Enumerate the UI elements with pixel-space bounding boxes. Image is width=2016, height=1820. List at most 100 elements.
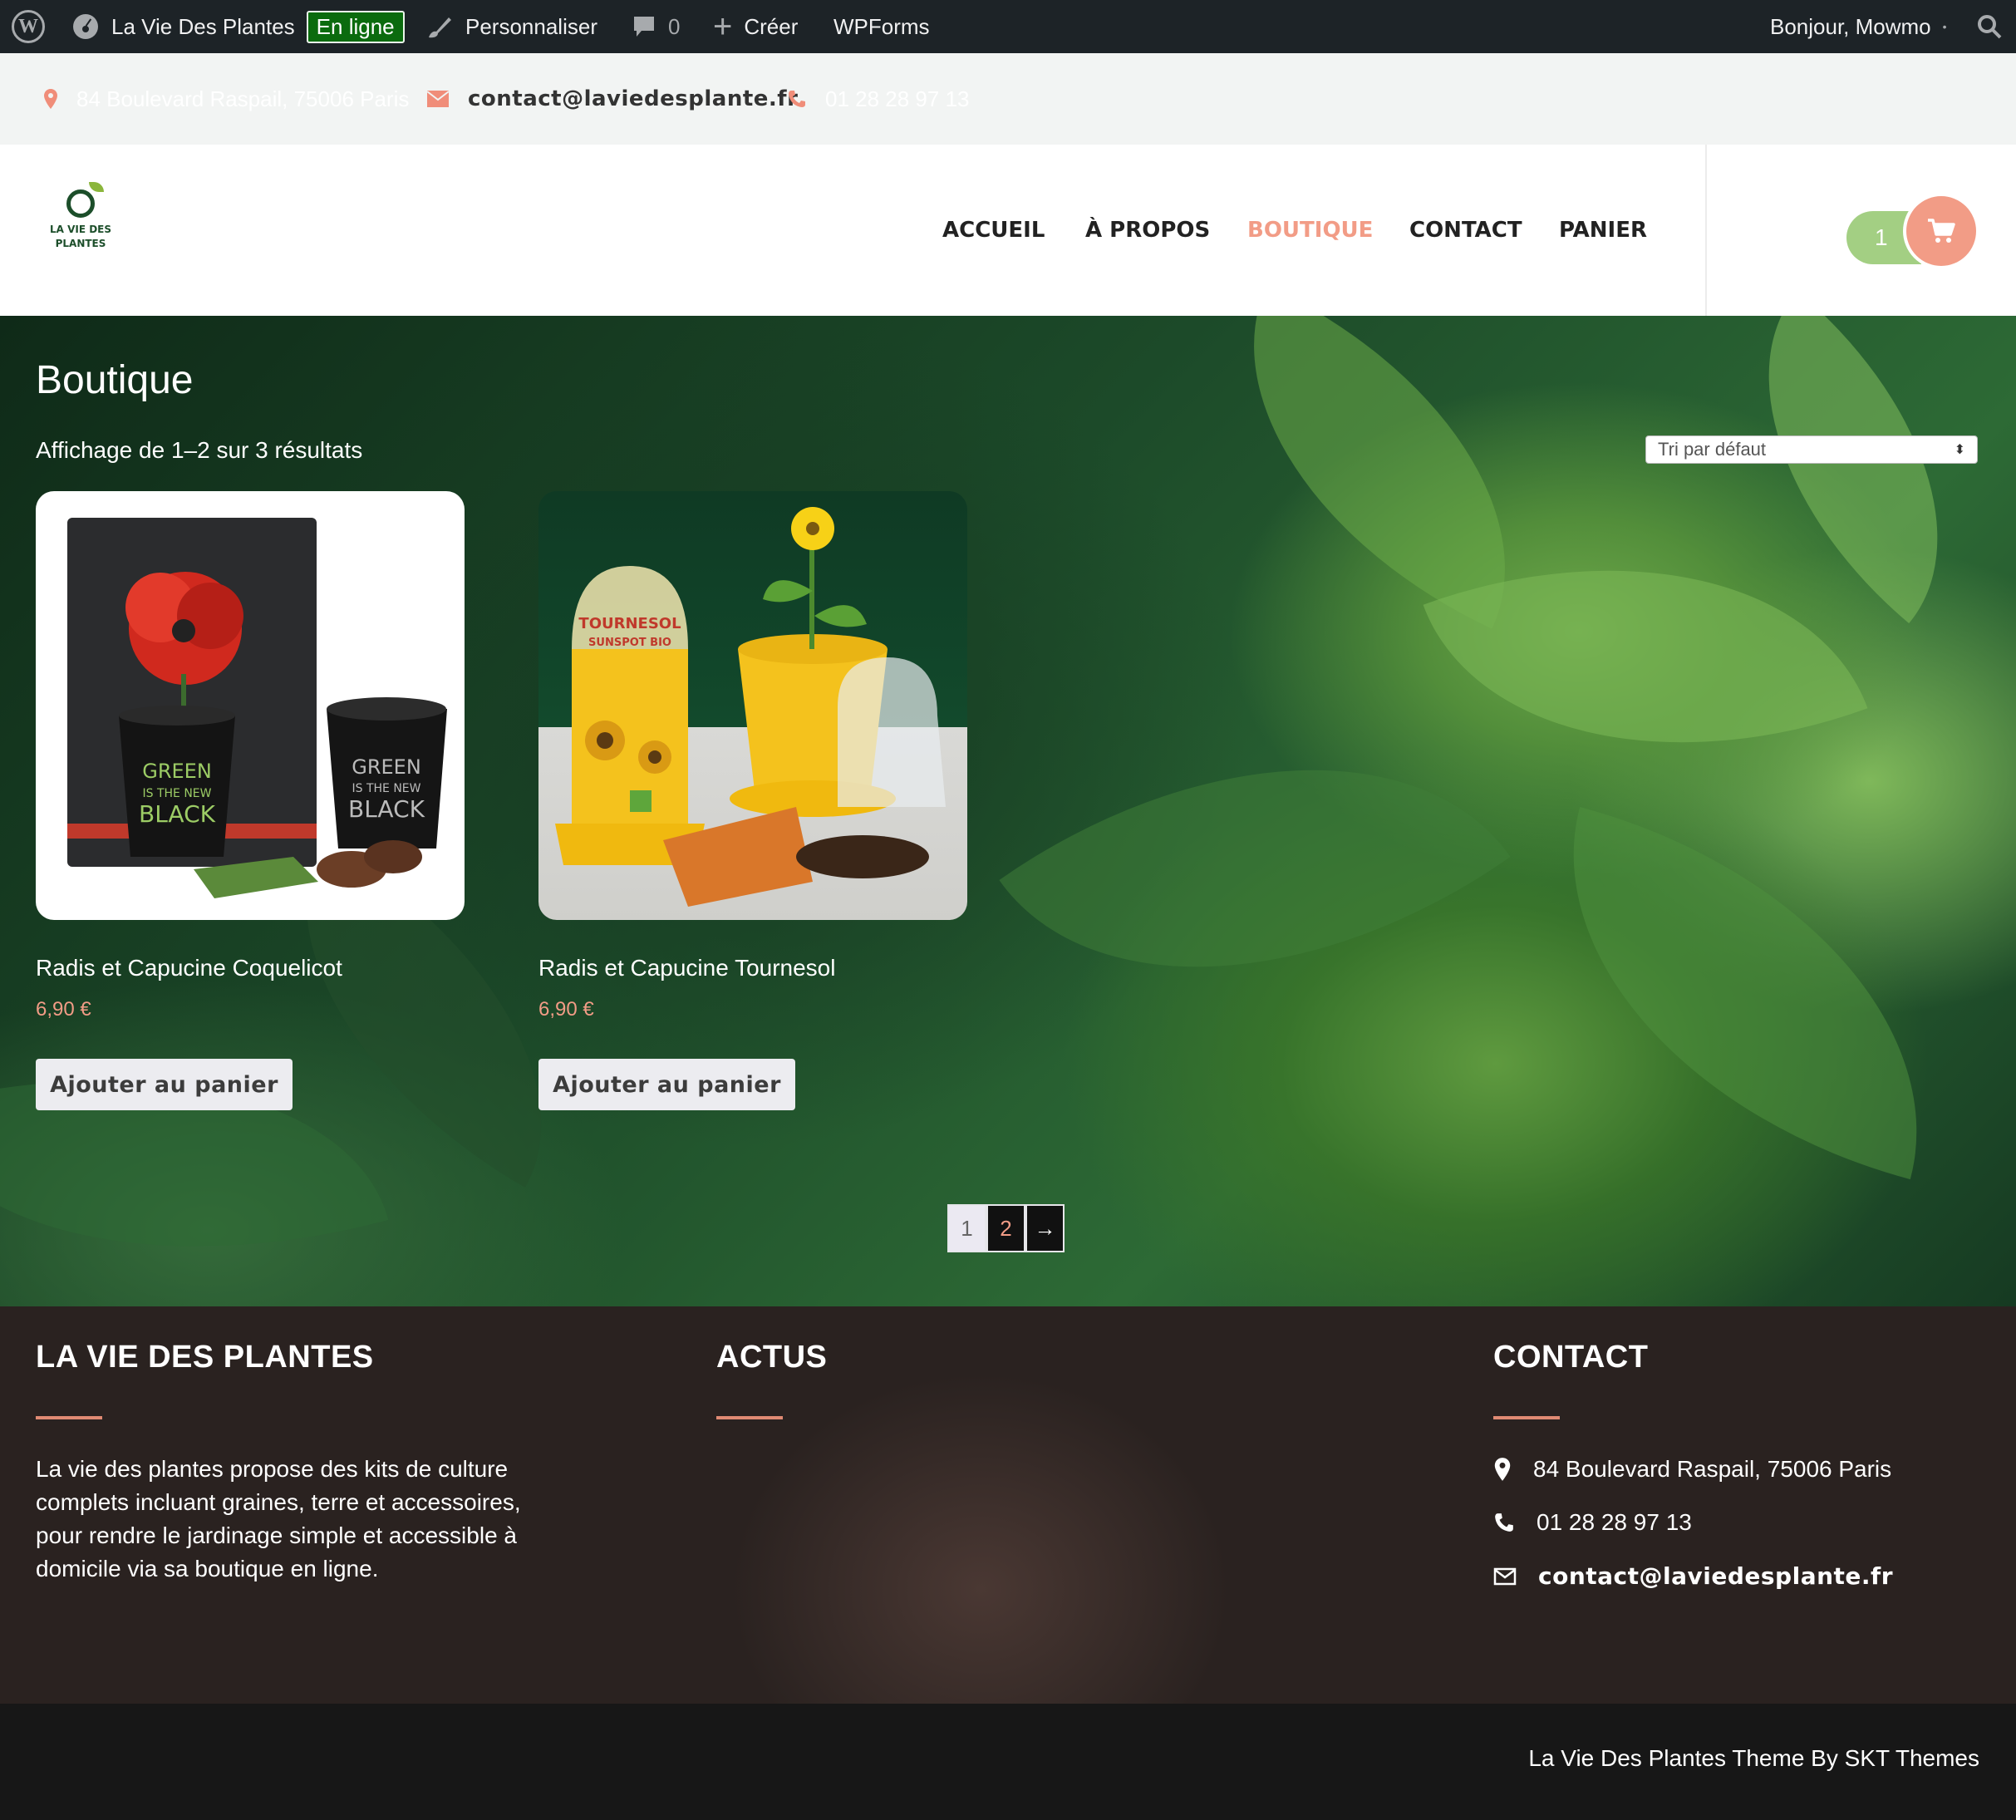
pack-text-2: SUNSPOT BIO bbox=[588, 637, 671, 649]
envelope-icon bbox=[1493, 1567, 1517, 1585]
pot-text-2b: IS THE NEW bbox=[352, 782, 420, 795]
sort-select[interactable]: Tri par défaut ⬍ bbox=[1645, 435, 1978, 464]
site-name: La Vie Des Plantes bbox=[111, 13, 295, 39]
sort-selected: Tri par défaut bbox=[1658, 439, 1767, 460]
greeting: Bonjour, Mowmo bbox=[1770, 13, 1931, 39]
wpforms-menu[interactable]: WPForms bbox=[833, 0, 930, 53]
wp-logo-menu[interactable]: W bbox=[12, 0, 45, 53]
pot-text-1b: GREEN bbox=[352, 755, 421, 779]
site-header: LA VIE DES PLANTES ACCUEIL À PROPOS BOUT… bbox=[0, 145, 2016, 316]
leaf-decoration bbox=[0, 995, 389, 1306]
theme-credit[interactable]: La Vie Des Plantes Theme By SKT Themes bbox=[1528, 1745, 1979, 1772]
info-email[interactable]: contact@laviedesplante.fr bbox=[426, 53, 798, 145]
wpforms-label: WPForms bbox=[833, 13, 930, 39]
shop-section: Boutique Affichage de 1–2 sur 3 résultat… bbox=[0, 316, 2016, 1306]
search-icon bbox=[1978, 15, 2002, 39]
footer-phone-text: 01 28 28 97 13 bbox=[1537, 1509, 1692, 1535]
product-name[interactable]: Radis et Capucine Coquelicot bbox=[36, 955, 342, 981]
create-label: Créer bbox=[744, 13, 799, 39]
footer-about-title: LA VIE DES PLANTES bbox=[36, 1340, 374, 1375]
cart-icon bbox=[1928, 219, 1955, 243]
next-page-arrow[interactable]: → bbox=[1025, 1204, 1065, 1252]
page-current: 1 bbox=[947, 1204, 986, 1252]
status-badge: En ligne bbox=[306, 10, 405, 43]
product-card: GREEN IS THE NEW BLACK GREEN IS THE NEW … bbox=[36, 491, 465, 1110]
logo-mark bbox=[66, 182, 104, 218]
product-price: 6,90 € bbox=[538, 998, 594, 1021]
cart-count: 1 bbox=[1875, 224, 1888, 250]
footer-divider bbox=[36, 1416, 102, 1419]
footer-divider bbox=[716, 1416, 783, 1419]
nav-boutique[interactable]: BOUTIQUE bbox=[1247, 218, 1373, 243]
pot-text-1: GREEN bbox=[142, 760, 212, 783]
footer-contact-title: CONTACT bbox=[1493, 1340, 1649, 1375]
wp-admin-bar: W La Vie Des Plantes En ligne Personnali… bbox=[0, 0, 2016, 53]
pot-text-2: IS THE NEW bbox=[142, 787, 211, 800]
comments-link[interactable]: 0 bbox=[632, 0, 680, 53]
nav-panier[interactable]: PANIER bbox=[1559, 218, 1647, 243]
nav-contact[interactable]: CONTACT bbox=[1409, 218, 1522, 243]
phone-icon bbox=[1495, 1513, 1513, 1532]
logo-text-line1: LA VIE DES bbox=[49, 224, 112, 235]
add-to-cart-button[interactable]: Ajouter au panier bbox=[36, 1059, 293, 1110]
nav-accueil[interactable]: ACCUEIL bbox=[942, 218, 1045, 243]
site-footer: LA VIE DES PLANTES La vie des plantes pr… bbox=[0, 1306, 2016, 1704]
account-menu[interactable]: Bonjour, Mowmo • bbox=[1770, 0, 1947, 53]
footer-bottom-bar: La Vie Des Plantes Theme By SKT Themes bbox=[0, 1704, 2016, 1820]
pot-text-3b: BLACK bbox=[348, 795, 425, 823]
info-address: 84 Boulevard Raspail, 75006 Paris bbox=[43, 53, 409, 145]
footer-phone: 01 28 28 97 13 bbox=[1493, 1509, 1692, 1536]
comment-icon bbox=[634, 17, 654, 37]
info-address-text: 84 Boulevard Raspail, 75006 Paris bbox=[76, 86, 410, 111]
add-to-cart-button[interactable]: Ajouter au panier bbox=[538, 1059, 795, 1110]
product-name[interactable]: Radis et Capucine Tournesol bbox=[538, 955, 835, 981]
plus-icon: + bbox=[713, 8, 733, 45]
new-content-menu[interactable]: + Créer bbox=[713, 0, 798, 53]
product-price: 6,90 € bbox=[36, 998, 91, 1021]
info-phone: 01 28 28 97 13 bbox=[787, 53, 970, 145]
site-name-menu[interactable]: La Vie Des Plantes En ligne bbox=[71, 0, 405, 53]
product-image[interactable]: TOURNESOL SUNSPOT BIO bbox=[538, 491, 967, 920]
admin-search[interactable] bbox=[1976, 0, 2003, 53]
nav-a-propos[interactable]: À PROPOS bbox=[1085, 218, 1210, 243]
cart-button[interactable] bbox=[1903, 193, 1979, 269]
product-card: TOURNESOL SUNSPOT BIO Radis et Capucine … bbox=[538, 491, 967, 1110]
map-pin-icon bbox=[1494, 1458, 1511, 1481]
wordpress-icon: W bbox=[12, 10, 45, 43]
footer-about-text: La vie des plantes propose des kits de c… bbox=[36, 1456, 521, 1581]
footer-address: 84 Boulevard Raspail, 75006 Paris bbox=[1493, 1456, 1891, 1483]
comments-count: 0 bbox=[668, 13, 681, 39]
product-photo-coquelicot: GREEN IS THE NEW BLACK GREEN IS THE NEW … bbox=[67, 518, 447, 898]
phone-icon bbox=[789, 91, 805, 107]
footer-email-text[interactable]: contact@laviedesplante.fr bbox=[1538, 1562, 1893, 1590]
pagination: 1 2 → bbox=[947, 1204, 1065, 1252]
footer-address-text: 84 Boulevard Raspail, 75006 Paris bbox=[1533, 1456, 1892, 1482]
footer-news-title: ACTUS bbox=[716, 1340, 828, 1375]
footer-email[interactable]: contact@laviedesplante.fr bbox=[1493, 1562, 1893, 1590]
leaf-decoration bbox=[999, 632, 1511, 1105]
footer-divider bbox=[1493, 1416, 1560, 1419]
info-email-text[interactable]: contact@laviedesplante.fr bbox=[468, 86, 798, 111]
result-count: Affichage de 1–2 sur 3 résultats bbox=[36, 437, 363, 463]
dashboard-icon bbox=[73, 14, 98, 39]
logo-text-line2: PLANTES bbox=[55, 238, 106, 249]
pack-text-1: TOURNESOL bbox=[578, 615, 681, 632]
map-pin-icon bbox=[44, 89, 57, 109]
page-link-2[interactable]: 2 bbox=[986, 1204, 1025, 1252]
site-logo[interactable]: LA VIE DES PLANTES bbox=[43, 182, 118, 273]
top-info-bar: 84 Boulevard Raspail, 75006 Paris contac… bbox=[0, 53, 2016, 145]
pot-text-3: BLACK bbox=[139, 800, 216, 828]
separator-dot: • bbox=[1942, 20, 1947, 33]
leaf-decoration bbox=[1679, 316, 2016, 623]
select-arrows-icon: ⬍ bbox=[1954, 443, 1965, 457]
product-photo-tournesol: TOURNESOL SUNSPOT BIO bbox=[555, 507, 946, 907]
product-image[interactable]: GREEN IS THE NEW BLACK GREEN IS THE NEW … bbox=[36, 491, 465, 920]
logo-text: LA VIE DES PLANTES bbox=[43, 223, 118, 251]
page-title: Boutique bbox=[36, 358, 194, 402]
customize-link[interactable]: Personnaliser bbox=[425, 0, 597, 53]
header-divider bbox=[1705, 145, 1707, 316]
info-phone-text: 01 28 28 97 13 bbox=[825, 86, 970, 111]
customize-label: Personnaliser bbox=[465, 13, 597, 39]
leaf-decoration bbox=[1508, 806, 1982, 1180]
envelope-icon bbox=[426, 91, 450, 107]
